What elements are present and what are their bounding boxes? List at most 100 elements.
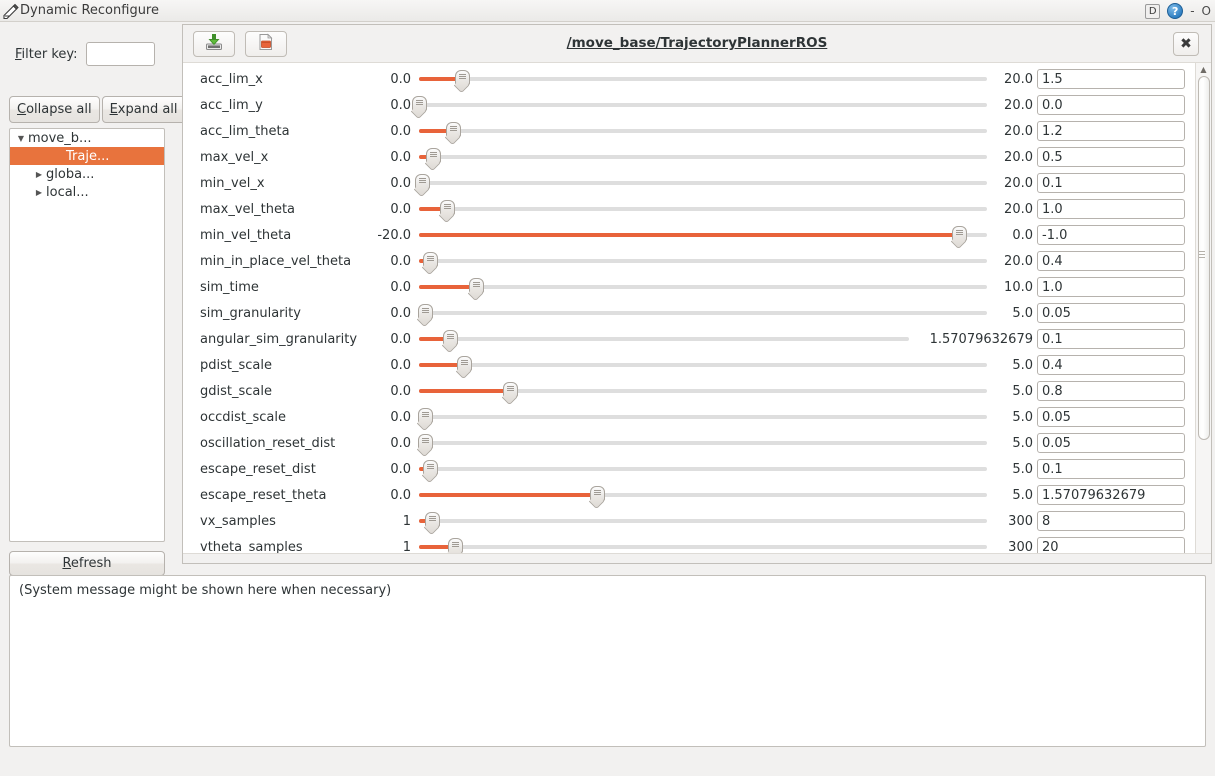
parameter-slider[interactable] <box>419 196 987 224</box>
parameter-list-scrollbar[interactable]: ▲ ▼ <box>1195 63 1211 563</box>
parameter-slider[interactable] <box>413 170 987 198</box>
maximize-button[interactable]: O <box>1202 5 1211 17</box>
slider-handle[interactable] <box>453 70 470 94</box>
parameter-slider[interactable] <box>419 482 987 510</box>
parameter-max-label: 5.0 <box>1012 461 1033 477</box>
parameter-slider[interactable] <box>416 404 987 432</box>
parameter-value-input[interactable] <box>1037 69 1185 89</box>
slider-handle[interactable] <box>416 408 433 432</box>
parameter-value-input[interactable] <box>1037 199 1185 219</box>
parameter-min-label: 0.0 <box>390 487 411 503</box>
slider-fill <box>419 389 510 393</box>
slider-handle[interactable] <box>416 304 433 328</box>
parameter-value-input[interactable] <box>1037 95 1185 115</box>
slider-handle[interactable] <box>467 278 484 302</box>
parameter-row: angular_sim_granularity 0.0 1.57079632679 <box>183 326 1195 354</box>
slider-track[interactable] <box>419 415 987 419</box>
slider-handle[interactable] <box>439 200 456 224</box>
expand-all-button[interactable]: Expand all <box>101 96 186 123</box>
slider-handle[interactable] <box>589 486 606 510</box>
parameter-value-input[interactable] <box>1037 355 1185 375</box>
parameter-slider[interactable] <box>419 456 987 484</box>
chevron-right-icon[interactable]: ▶ <box>32 170 46 179</box>
parameter-slider[interactable] <box>419 66 987 94</box>
parameter-slider[interactable] <box>419 118 987 146</box>
parameter-slider[interactable] <box>419 248 987 276</box>
filter-key-label: Filter key: <box>15 46 78 62</box>
slider-track[interactable] <box>419 519 987 523</box>
tree-item-3[interactable]: ▶ local... <box>10 183 164 201</box>
slider-track[interactable] <box>419 207 987 211</box>
filter-key-input[interactable] <box>85 42 155 66</box>
slider-handle[interactable] <box>424 148 442 172</box>
slider-track[interactable] <box>419 311 987 315</box>
parameter-slider[interactable] <box>410 92 987 120</box>
parameter-min-label: 0.0 <box>390 461 411 477</box>
slider-track[interactable] <box>419 363 987 367</box>
minimize-button[interactable]: - <box>1190 5 1194 17</box>
slider-handle[interactable] <box>501 382 518 406</box>
parameter-value-input[interactable] <box>1037 225 1185 245</box>
slider-track[interactable] <box>419 259 987 263</box>
scroll-up-arrow[interactable]: ▲ <box>1196 63 1211 76</box>
slider-handle[interactable] <box>442 330 459 354</box>
tree-item-label: globa... <box>46 166 95 182</box>
parameter-value-input[interactable] <box>1037 303 1185 323</box>
slider-handle[interactable] <box>422 252 439 276</box>
parameter-value-input[interactable] <box>1037 147 1185 167</box>
parameter-value-input[interactable] <box>1037 381 1185 401</box>
slider-track[interactable] <box>419 441 987 445</box>
slider-track[interactable] <box>419 545 987 549</box>
parameter-slider[interactable] <box>416 300 987 328</box>
chevron-down-icon[interactable]: ▼ <box>14 134 28 143</box>
parameter-value-input[interactable] <box>1037 173 1185 193</box>
node-tree[interactable]: ▼ move_b... Traje... ▶ globa... ▶ local... <box>9 128 165 542</box>
slider-handle[interactable] <box>456 356 473 380</box>
parameter-value-input[interactable] <box>1037 485 1185 505</box>
slider-handle[interactable] <box>423 512 441 536</box>
slider-handle[interactable] <box>413 174 430 198</box>
slider-track[interactable] <box>419 77 987 81</box>
slider-handle[interactable] <box>422 460 439 484</box>
parameter-slider[interactable] <box>419 326 909 354</box>
parameter-slider[interactable] <box>419 144 987 172</box>
slider-handle[interactable] <box>950 226 967 250</box>
parameter-row: max_vel_x 0.0 20.0 <box>183 144 1195 172</box>
parameter-value-input[interactable] <box>1037 329 1185 349</box>
slider-track[interactable] <box>419 467 987 471</box>
parameter-slider[interactable] <box>419 352 987 380</box>
parameter-value-input[interactable] <box>1037 433 1185 453</box>
parameter-value-input[interactable] <box>1037 277 1185 297</box>
parameter-row: acc_lim_y 0.0 20.0 <box>183 92 1195 120</box>
collapse-all-button[interactable]: Collapse all <box>9 96 100 123</box>
slider-track[interactable] <box>419 285 987 289</box>
parameter-value-input[interactable] <box>1037 407 1185 427</box>
slider-track[interactable] <box>419 337 909 341</box>
parameter-slider[interactable] <box>419 508 987 536</box>
help-question-icon[interactable]: ? <box>1167 3 1184 19</box>
parameter-slider[interactable] <box>419 274 987 302</box>
chevron-right-icon[interactable]: ▶ <box>32 188 46 197</box>
parameter-value-input[interactable] <box>1037 459 1185 479</box>
panel-resize-grip[interactable] <box>183 553 1211 563</box>
slider-handle[interactable] <box>416 434 433 458</box>
slider-track[interactable] <box>419 181 987 185</box>
parameter-slider[interactable] <box>416 430 987 458</box>
slider-track[interactable] <box>419 103 987 107</box>
parameter-slider[interactable] <box>419 222 987 250</box>
parameter-value-input[interactable] <box>1037 121 1185 141</box>
parameter-name: min_vel_x <box>200 175 265 191</box>
parameter-slider[interactable] <box>419 378 987 406</box>
slider-handle[interactable] <box>444 122 462 146</box>
tree-item-0[interactable]: ▼ move_b... <box>10 129 164 147</box>
close-icon[interactable]: ✖ <box>1173 32 1199 56</box>
refresh-button[interactable]: Refresh <box>9 551 165 576</box>
dock-button[interactable]: D <box>1145 3 1161 19</box>
slider-track[interactable] <box>419 129 987 133</box>
tree-item-2[interactable]: ▶ globa... <box>10 165 164 183</box>
tree-item-1[interactable]: Traje... <box>10 147 164 165</box>
slider-handle[interactable] <box>410 96 427 120</box>
parameter-value-input[interactable] <box>1037 251 1185 271</box>
slider-track[interactable] <box>419 155 987 159</box>
parameter-value-input[interactable] <box>1037 511 1185 531</box>
